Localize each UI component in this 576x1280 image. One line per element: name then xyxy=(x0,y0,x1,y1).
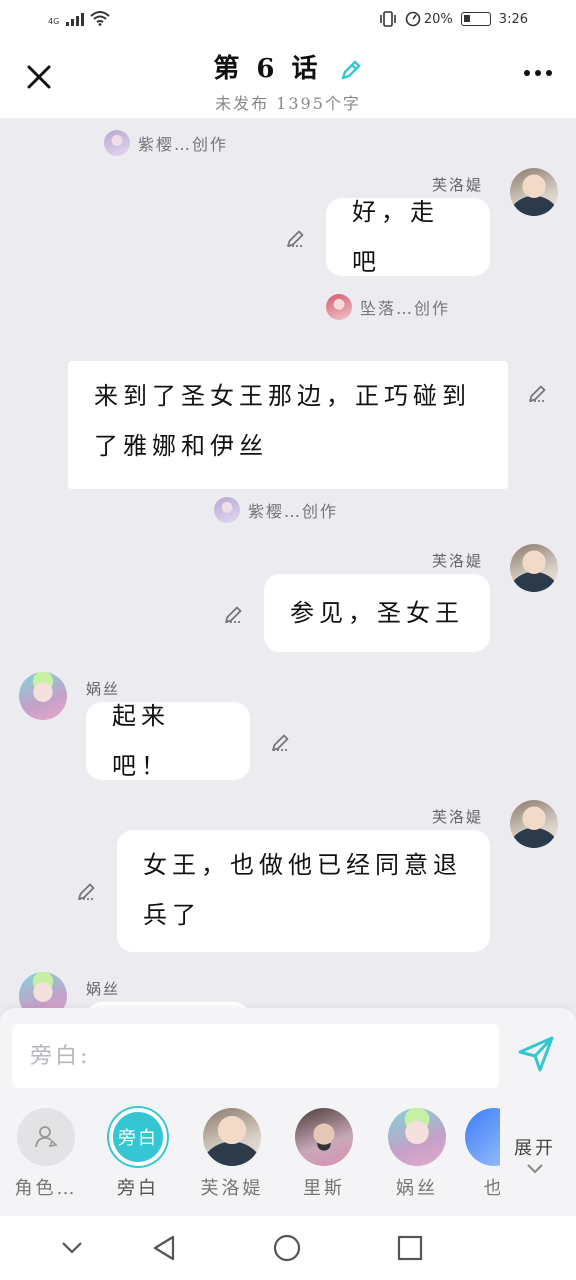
more-options-icon[interactable] xyxy=(524,70,552,76)
chapter-status: 未发布 1395个字 xyxy=(215,94,361,113)
speaker-name: 芙洛媞 xyxy=(432,808,484,826)
send-icon[interactable] xyxy=(514,1032,558,1076)
chevron-down-icon xyxy=(527,1164,543,1174)
role-selector: 角色… 旁白 旁白 芙洛媞 里斯 娲丝 也 xyxy=(0,1104,500,1208)
creator-avatar xyxy=(214,497,240,523)
speaker-avatar[interactable] xyxy=(510,544,558,592)
speaker-avatar[interactable] xyxy=(510,800,558,848)
hide-keyboard-icon[interactable] xyxy=(60,1234,84,1262)
status-bar: 4G 20% 3:26 xyxy=(0,0,576,42)
edit-title-icon[interactable] xyxy=(339,58,363,82)
role-item-narrator[interactable]: 旁白 旁白 xyxy=(92,1108,184,1200)
creator-tag: 坠落…创作 xyxy=(326,294,450,320)
creator-avatar xyxy=(104,130,130,156)
speaker-avatar[interactable] xyxy=(510,168,558,216)
message-text: 起来吧！ xyxy=(112,702,170,780)
chapter-header: 第 6 话 未发布 1395个字 xyxy=(0,42,576,118)
creator-name: 坠落…创作 xyxy=(360,299,451,318)
role-avatar xyxy=(295,1108,353,1166)
message-text: 参见，圣女王 xyxy=(290,599,464,627)
vibrate-icon xyxy=(380,11,396,27)
edit-message-icon[interactable] xyxy=(270,731,292,753)
speaker-name: 芙洛媞 xyxy=(432,552,484,570)
battery-percent: 20% xyxy=(423,11,453,27)
chapter-title: 第 6 话 xyxy=(213,54,322,84)
message-bubble[interactable]: 起来吧！ xyxy=(86,702,250,780)
system-nav-bar xyxy=(0,1216,576,1280)
role-label: 旁白 xyxy=(117,1178,159,1199)
network-type: 4G xyxy=(48,17,60,26)
role-avatar xyxy=(465,1108,500,1166)
message-text: 好，走吧 xyxy=(352,198,439,276)
home-icon[interactable] xyxy=(273,1234,301,1262)
message-bubble[interactable]: 好，走吧 xyxy=(326,198,490,276)
role-item-add[interactable]: 角色… xyxy=(0,1108,92,1200)
role-item-character[interactable]: 里斯 xyxy=(278,1108,370,1200)
speaker-avatar[interactable] xyxy=(19,972,67,1008)
speaker-name: 娲丝 xyxy=(86,980,121,998)
creator-name: 紫樱…创作 xyxy=(138,135,229,154)
message-bubble[interactable]: 参见，圣女王 xyxy=(264,574,490,652)
message-text: 来到了圣女王那边，正巧碰到了雅娜和伊丝 xyxy=(94,382,471,460)
message-bubble[interactable]: 女王，也做他已经同意退兵了 xyxy=(117,830,490,952)
wifi-icon xyxy=(90,11,110,26)
role-item-character[interactable]: 芙洛媞 xyxy=(186,1108,278,1200)
add-role-icon xyxy=(17,1108,75,1166)
narrator-badge: 旁白 xyxy=(109,1108,167,1166)
battery-icon xyxy=(460,12,491,26)
role-label: 角色… xyxy=(14,1178,78,1199)
narration-bubble[interactable]: 来到了圣女王那边，正巧碰到了雅娜和伊丝 xyxy=(68,361,508,489)
narrator-badge-text: 旁白 xyxy=(118,1128,158,1149)
message-text: 女王，也做他已经同意退兵了 xyxy=(143,851,462,929)
expand-label: 展开 xyxy=(514,1138,556,1159)
composer-panel: 角色… 旁白 旁白 芙洛媞 里斯 娲丝 也 展开 xyxy=(0,1008,576,1216)
expand-roles-button[interactable]: 展开 xyxy=(514,1134,556,1181)
role-label: 芙洛媞 xyxy=(200,1178,264,1199)
recent-apps-icon[interactable] xyxy=(397,1234,423,1262)
edit-message-icon[interactable] xyxy=(285,227,307,249)
role-avatar xyxy=(203,1108,261,1166)
role-avatar xyxy=(388,1108,446,1166)
message-input[interactable] xyxy=(12,1024,499,1088)
speedometer-icon xyxy=(405,11,421,27)
edit-message-icon[interactable] xyxy=(76,880,98,902)
edit-message-icon[interactable] xyxy=(527,382,549,404)
creator-tag: 紫樱…创作 xyxy=(104,130,228,156)
role-label: 里斯 xyxy=(303,1178,345,1199)
clock: 3:26 xyxy=(498,11,528,27)
creator-tag: 紫樱…创作 xyxy=(214,497,338,523)
edit-message-icon[interactable] xyxy=(223,603,245,625)
back-icon[interactable] xyxy=(150,1234,178,1262)
message-input-box[interactable] xyxy=(12,1024,499,1088)
chapter-title-row[interactable]: 第 6 话 xyxy=(0,48,576,85)
creator-avatar xyxy=(326,294,352,320)
signal-icon xyxy=(66,12,85,26)
speaker-avatar[interactable] xyxy=(19,672,67,720)
chat-area[interactable]: 紫樱…创作 芙洛媞 好，走吧 坠落…创作 来到了圣女王那边，正巧碰到了雅娜和伊丝… xyxy=(0,118,576,1008)
creator-name: 紫樱…创作 xyxy=(248,502,339,521)
role-item-character[interactable]: 也 xyxy=(448,1108,500,1200)
role-label: 也 xyxy=(483,1178,501,1199)
